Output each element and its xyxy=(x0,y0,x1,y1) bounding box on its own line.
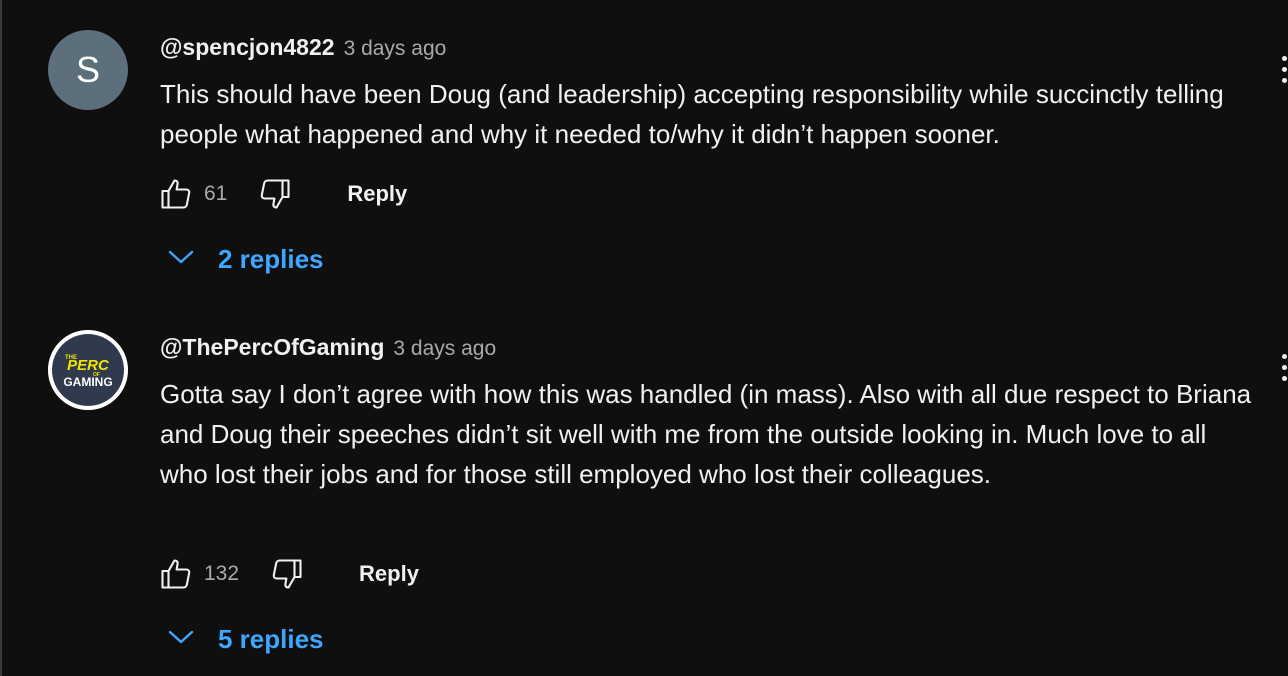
more-vert-icon[interactable] xyxy=(1276,354,1288,394)
thumbs-up-icon[interactable] xyxy=(156,174,196,214)
chevron-down-icon xyxy=(166,247,196,272)
thumbs-down-icon[interactable] xyxy=(255,174,295,214)
avatar[interactable]: THE PERC OF GAMING xyxy=(48,330,128,410)
more-vert-icon[interactable] xyxy=(1276,56,1288,96)
comment-header: @spencjon4822 3 days ago xyxy=(160,34,446,64)
avatar-letter: S xyxy=(75,49,100,90)
comment-actions: 61 Reply xyxy=(156,174,407,214)
avatar[interactable]: S xyxy=(48,30,128,110)
channel-logo: THE PERC OF GAMING xyxy=(48,330,128,410)
replies-count-label: 2 replies xyxy=(218,244,324,274)
panel-edge xyxy=(0,0,2,676)
comment-time[interactable]: 3 days ago xyxy=(344,37,447,61)
view-replies-button[interactable]: 2 replies xyxy=(166,244,324,275)
replies-count-label: 5 replies xyxy=(218,624,324,654)
view-replies-button[interactable]: 5 replies xyxy=(166,624,324,655)
comment-actions: 132 Reply xyxy=(156,554,419,594)
reply-button[interactable]: Reply xyxy=(359,561,419,587)
author-name[interactable]: @ThePercOfGaming xyxy=(160,334,384,361)
chevron-down-icon xyxy=(166,627,196,652)
svg-text:GAMING: GAMING xyxy=(63,375,112,389)
thumbs-up-icon[interactable] xyxy=(156,554,196,594)
reply-button[interactable]: Reply xyxy=(347,181,407,207)
like-count: 132 xyxy=(204,562,240,585)
comment-text: This should have been Doug (and leadersh… xyxy=(160,79,1224,149)
like-count: 61 xyxy=(204,182,228,205)
svg-text:PERC: PERC xyxy=(67,357,110,374)
thumbs-down-icon[interactable] xyxy=(267,554,307,594)
comment-text: Gotta say I don’t agree with how this wa… xyxy=(160,379,1252,489)
author-name[interactable]: @spencjon4822 xyxy=(160,34,335,61)
comment-time[interactable]: 3 days ago xyxy=(393,337,496,361)
comment-header: @ThePercOfGaming 3 days ago xyxy=(160,334,496,364)
